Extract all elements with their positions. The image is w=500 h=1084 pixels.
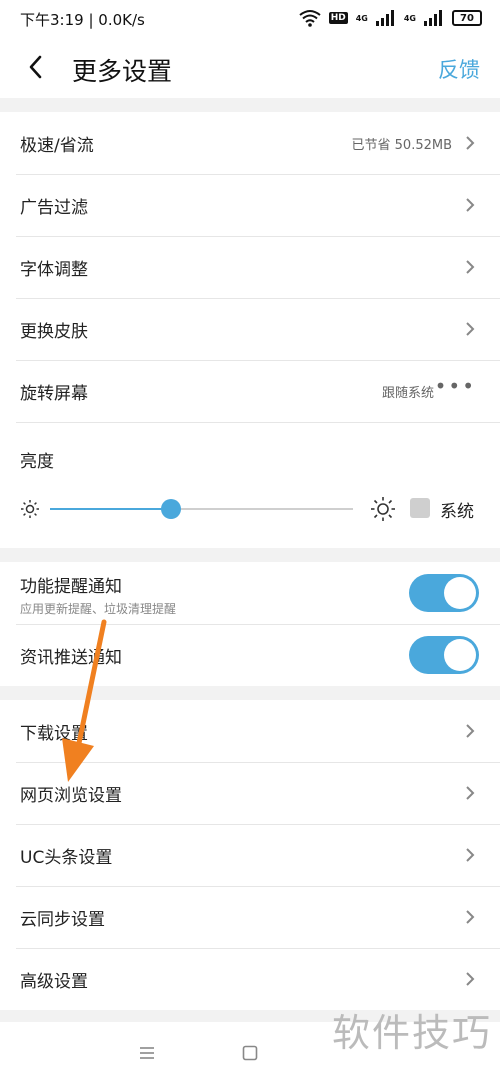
status-time-speed: 下午3:19 | 0.0K/s: [20, 10, 145, 29]
setting-label: 高级设置: [20, 971, 88, 992]
page-title: 更多设置: [72, 57, 173, 86]
status-icons: HD 4G 4G 70: [299, 9, 482, 27]
menu-icon[interactable]: [139, 1046, 155, 1060]
setting-skin[interactable]: 更换皮肤: [0, 298, 500, 360]
chevron-right-icon: [466, 724, 475, 738]
chevron-right-icon: [466, 322, 475, 336]
settings-group-general: 极速/省流 已节省 50.52MB 广告过滤 字体调整 更换皮肤 旋转屏幕 跟随…: [0, 112, 500, 548]
setting-subtitle: 应用更新提醒、垃圾清理提醒: [20, 602, 177, 616]
toggle-knob: [444, 577, 476, 609]
setting-label: UC头条设置: [20, 847, 113, 868]
news-push-toggle[interactable]: [409, 636, 479, 674]
more-dots-icon: •••: [434, 374, 476, 398]
setting-value: 跟随系统: [381, 385, 434, 401]
setting-ad-filter[interactable]: 广告过滤: [0, 174, 500, 236]
setting-font-size[interactable]: 字体调整: [0, 236, 500, 298]
brightness-slider-thumb[interactable]: [161, 499, 182, 519]
setting-label: 网页浏览设置: [20, 785, 122, 806]
battery-icon: 70: [452, 10, 482, 26]
setting-label: 功能提醒通知: [20, 577, 122, 597]
setting-download[interactable]: 下载设置: [0, 700, 500, 762]
battery-level: 70: [460, 12, 474, 24]
chevron-right-icon: [466, 848, 475, 862]
setting-label: 广告过滤: [20, 197, 88, 218]
chevron-right-icon: [466, 972, 475, 986]
setting-label: 下载设置: [20, 723, 88, 744]
home-icon[interactable]: [242, 1045, 258, 1061]
brightness-slider[interactable]: [50, 499, 353, 519]
setting-label: 资讯推送通知: [20, 647, 122, 668]
brightness-label: 亮度: [20, 452, 54, 472]
title-bar: 更多设置 反馈: [0, 38, 500, 98]
setting-news-push[interactable]: 资讯推送通知: [0, 624, 500, 686]
setting-cloud-sync[interactable]: 云同步设置: [0, 886, 500, 948]
back-icon[interactable]: [22, 52, 52, 82]
setting-label: 更换皮肤: [20, 321, 88, 342]
chevron-right-icon: [466, 260, 475, 274]
brightness-slider-fill: [50, 508, 172, 510]
net-label-2: 4G: [403, 13, 416, 23]
chevron-right-icon: [466, 786, 475, 800]
feature-notify-toggle[interactable]: [409, 574, 479, 612]
divider: [16, 422, 500, 423]
feedback-button[interactable]: 反馈: [438, 54, 480, 84]
chevron-right-icon: [466, 910, 475, 924]
setting-advanced[interactable]: 高级设置: [0, 948, 500, 1010]
net-label-1: 4G: [355, 13, 368, 23]
system-brightness-checkbox[interactable]: [410, 498, 430, 518]
setting-feature-notify[interactable]: 功能提醒通知 应用更新提醒、垃圾清理提醒: [0, 562, 500, 624]
system-brightness-label: 系统: [440, 502, 474, 522]
setting-uc-headlines[interactable]: UC头条设置: [0, 824, 500, 886]
sun-large-icon: [371, 497, 395, 521]
setting-label: 极速/省流: [20, 135, 94, 156]
hd-badge: HD: [328, 12, 348, 24]
chevron-right-icon: [466, 198, 475, 212]
setting-label: 云同步设置: [20, 909, 105, 930]
wifi-icon: [299, 10, 321, 27]
settings-group-notifications: 功能提醒通知 应用更新提醒、垃圾清理提醒 资讯推送通知: [0, 562, 500, 686]
sun-small-icon: [21, 500, 39, 518]
setting-value: 已节省 50.52MB: [351, 137, 452, 153]
setting-web-browsing[interactable]: 网页浏览设置: [0, 762, 500, 824]
status-bar: 下午3:19 | 0.0K/s HD 4G 4G 70: [0, 0, 500, 38]
watermark-text: 软件技巧: [331, 1011, 492, 1055]
toggle-knob: [444, 639, 476, 671]
chevron-right-icon: [466, 136, 475, 150]
setting-rotate-screen[interactable]: 旋转屏幕 跟随系统 •••: [0, 360, 500, 422]
signal-icon: [375, 10, 396, 26]
settings-group-advanced: 下载设置 网页浏览设置 UC头条设置 云同步设置 高级设置: [0, 700, 500, 1010]
setting-speed-saver[interactable]: 极速/省流 已节省 50.52MB: [0, 112, 500, 174]
setting-label: 字体调整: [20, 259, 88, 280]
setting-label: 旋转屏幕: [20, 383, 88, 404]
signal-icon-2: [424, 10, 444, 26]
